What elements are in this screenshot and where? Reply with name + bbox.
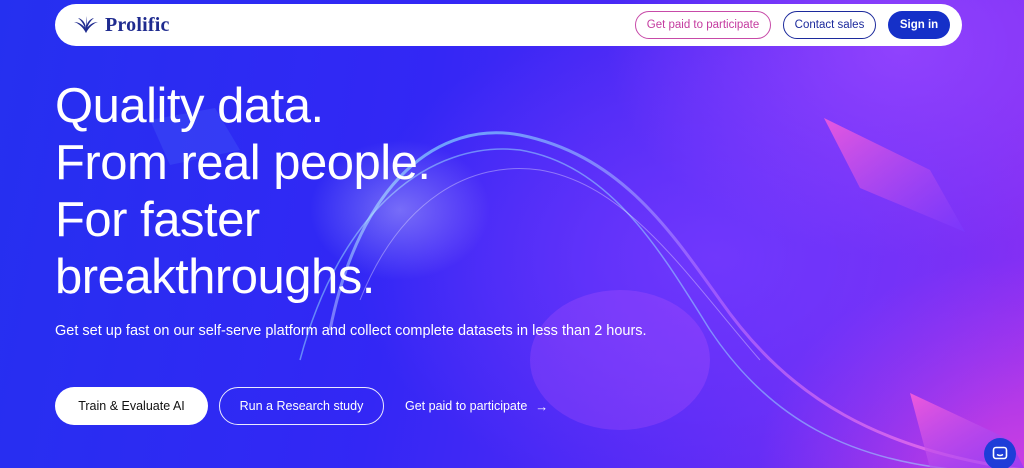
run-research-study-button[interactable]: Run a Research study — [219, 387, 384, 425]
hero-subtitle: Get set up fast on our self-serve platfo… — [55, 323, 647, 339]
logo-text: Prolific — [105, 13, 170, 36]
nav-actions: Get paid to participate Contact sales Si… — [635, 11, 950, 39]
chat-bubble-icon — [992, 446, 1008, 460]
get-paid-link-label: Get paid to participate — [405, 399, 528, 413]
sign-in-button[interactable]: Sign in — [888, 11, 950, 39]
contact-sales-button[interactable]: Contact sales — [783, 11, 876, 39]
hero-cta-group: Train & Evaluate AI Run a Research study… — [55, 387, 558, 425]
arrow-right-icon: → — [535, 398, 549, 414]
train-evaluate-ai-button[interactable]: Train & Evaluate AI — [55, 387, 208, 425]
get-paid-button[interactable]: Get paid to participate — [635, 11, 771, 39]
headline-line-1: Quality data. — [55, 79, 324, 133]
headline-line-4: breakthroughs. — [55, 250, 375, 304]
hero-headline: Quality data. From real people. For fast… — [55, 78, 431, 306]
headline-line-3: For faster — [55, 193, 260, 247]
top-navigation: Prolific Get paid to participate Contact… — [55, 4, 962, 46]
chat-widget-button[interactable] — [984, 438, 1016, 468]
get-paid-link[interactable]: Get paid to participate → — [395, 387, 558, 425]
prolific-logo-icon — [74, 16, 98, 33]
headline-line-2: From real people. — [55, 136, 431, 190]
logo[interactable]: Prolific — [73, 14, 170, 37]
